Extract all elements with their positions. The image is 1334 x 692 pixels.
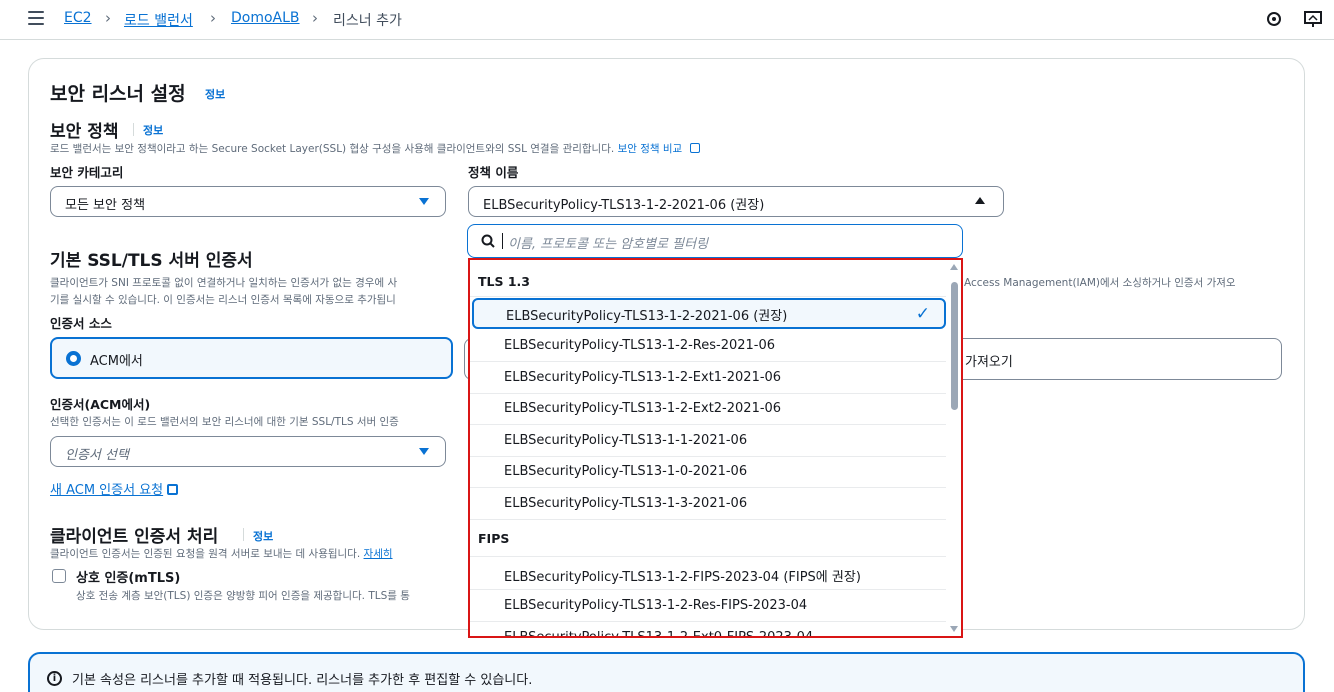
source-import-label: 가져오기 [965,355,1013,370]
acm-cert-select[interactable]: 인증서 선택 [50,436,446,467]
breadcrumb-current: 리스너 추가 [333,13,402,29]
policy-option[interactable]: ELBSecurityPolicy-TLS13-1-2-Res-2021-06 [470,331,946,362]
scroll-down-icon[interactable] [950,626,958,632]
security-category-label: 보안 카테고리 [50,165,124,180]
divider [470,556,946,557]
policy-option[interactable]: ELBSecurityPolicy-TLS13-1-2-Ext1-2021-06 [470,363,946,394]
policy-filter-placeholder: 이름, 프로토콜 또는 암호별로 필터링 [508,237,709,252]
policy-option[interactable]: ELBSecurityPolicy-TLS13-1-1-2021-06 [470,426,946,457]
client-cert-description: 클라이언트 인증서는 인증된 요청을 원격 서버로 보내는 데 사용됩니다. 자… [50,546,393,561]
breadcrumb-load-balancers[interactable]: 로드 밸런서 [124,10,193,30]
policy-option-label: ELBSecurityPolicy-TLS13-1-1-2021-06 [504,433,748,448]
external-link-icon [689,143,700,153]
divider [470,296,946,297]
info-alert: i 기본 속성은 리스너를 추가할 때 적용됩니다. 리스너를 추가한 후 편집… [28,652,1305,692]
policy-dropdown-list[interactable]: TLS 1.3 ELBSecurityPolicy-TLS13-1-2-2021… [468,258,963,638]
breadcrumb-separator-icon: › [105,9,111,27]
mtls-checkbox[interactable] [52,569,66,583]
security-policy-description-text: 로드 밸런서는 보안 정책이라고 하는 Secure Socket Layer(… [50,143,615,155]
policy-name-value: ELBSecurityPolicy-TLS13-1-2-2021-06 (권장) [483,198,765,213]
group-label-fips: FIPS [478,531,510,546]
policy-option[interactable]: ELBSecurityPolicy-TLS13-1-2-Ext2-2021-06 [470,394,946,425]
learn-more-link[interactable]: 자세히 [364,548,393,560]
scroll-up-icon[interactable] [950,264,958,270]
external-link-icon [167,484,179,495]
caret-up-icon [975,197,985,204]
security-policy-description: 로드 밸런서는 보안 정책이라고 하는 Secure Socket Layer(… [50,141,700,156]
radio-selected-icon[interactable] [66,351,81,366]
policy-name-select[interactable]: ELBSecurityPolicy-TLS13-1-2-2021-06 (권장) [468,186,1004,217]
policy-option[interactable]: ELBSecurityPolicy-TLS13-1-3-2021-06 [470,489,946,520]
client-cert-description-text: 클라이언트 인증서는 인증된 요청을 원격 서버로 보내는 데 사용됩니다. [50,548,361,560]
mtls-description: 상호 전송 계층 보안(TLS) 인증은 양방향 피어 인증을 제공합니다. T… [76,590,410,602]
scroll-thumb[interactable] [951,282,958,410]
policy-option[interactable]: ELBSecurityPolicy-TLS13-1-2-Res-FIPS-202… [470,591,946,622]
policy-option-label: ELBSecurityPolicy-TLS13-1-2-Res-2021-06 [504,338,776,353]
caret-down-icon [419,198,429,205]
section-info-link[interactable]: 정보 [205,86,225,102]
policy-name-label: 정책 이름 [468,165,519,180]
default-cert-description-right: Access Management(IAM)에서 소싱하거나 인증서 가져오 [964,277,1236,289]
breadcrumb-domoalb[interactable]: DomoALB [231,10,300,26]
policy-option[interactable]: ELBSecurityPolicy-TLS13-1-2-2021-06 (권장)… [472,298,946,329]
notifications-icon[interactable] [1266,11,1282,27]
security-category-select[interactable]: 모든 보안 정책 [50,186,446,217]
dropdown-scrollbar[interactable] [948,260,961,636]
acm-cert-label: 인증서(ACM에서) [50,397,151,412]
screen-share-icon[interactable] [1304,11,1322,28]
acm-cert-description: 선택한 인증서는 이 로드 밸런서의 보안 리스너에 대한 기본 SSL/TLS… [50,416,399,428]
default-cert-description-line2: 기를 실시할 수 있습니다. 이 인증서는 리스너 인증서 목록에 자동으로 추… [50,294,396,306]
text-cursor [502,233,503,249]
breadcrumb-ec2[interactable]: EC2 [64,10,92,26]
compare-policies-link[interactable]: 보안 정책 비교 [618,143,683,155]
policy-option-label: ELBSecurityPolicy-TLS13-1-2-Ext2-2021-06 [504,401,782,416]
policy-filter-input[interactable]: 이름, 프로토콜 또는 암호별로 필터링 [467,224,963,258]
divider [243,528,244,541]
security-category-value: 모든 보안 정책 [65,198,146,213]
client-cert-title: 클라이언트 인증서 처리 [50,527,219,547]
source-acm-label: ACM에서 [90,354,143,369]
security-policy-title: 보안 정책 [50,122,119,142]
cert-source-label: 인증서 소스 [50,316,112,331]
breadcrumb-separator-icon: › [210,9,216,27]
policy-option[interactable]: ELBSecurityPolicy-TLS13-1-2-FIPS-2023-04… [470,559,946,590]
policy-option-label: ELBSecurityPolicy-TLS13-1-2-Ext1-2021-06 [504,370,782,385]
menu-icon[interactable] [28,11,44,25]
mtls-label: 상호 인증(mTLS) [76,571,181,586]
client-cert-info-link[interactable]: 정보 [253,528,273,544]
policy-option-label: ELBSecurityPolicy-TLS13-1-2-FIPS-2023-04… [504,570,861,585]
policy-option[interactable]: ELBSecurityPolicy-TLS13-1-0-2021-06 [470,457,946,488]
policy-option-label: ELBSecurityPolicy-TLS13-1-2-Res-FIPS-202… [504,598,808,613]
security-policy-info-link[interactable]: 정보 [143,122,163,138]
default-cert-title: 기본 SSL/TLS 서버 인증서 [50,251,253,271]
acm-cert-placeholder: 인증서 선택 [65,448,129,463]
top-bar: EC2 › 로드 밸런서 › DomoALB › 리스너 추가 [0,0,1334,40]
breadcrumb-separator-icon: › [312,9,318,27]
policy-option-label: ELBSecurityPolicy-TLS13-1-2-2021-06 (권장) [506,309,788,324]
policy-option-label: ELBSecurityPolicy-TLS13-1-3-2021-06 [504,496,748,511]
request-acm-cert-link-text: 새 ACM 인증서 요청 [50,483,164,498]
divider [133,123,134,136]
caret-down-icon [419,448,429,455]
section-title: 보안 리스너 설정 [50,83,186,105]
default-cert-description: 클라이언트가 SNI 프로토콜 없이 연결하거나 일치하는 인증서가 없는 경우… [50,277,398,289]
info-icon: i [47,671,62,686]
info-alert-text: 기본 속성은 리스너를 추가할 때 적용됩니다. 리스너를 추가한 후 편집할 … [72,673,533,688]
group-label-tls13: TLS 1.3 [478,274,530,289]
policy-option-label: ELBSecurityPolicy-TLS13-1-2-Ext0-FIPS-20… [504,630,814,638]
request-acm-cert-link[interactable]: 새 ACM 인증서 요청 [50,479,179,498]
checkmark-icon: ✓ [915,304,930,324]
source-acm-tile[interactable]: ACM에서 [50,337,453,379]
search-icon [481,234,495,248]
policy-option-label: ELBSecurityPolicy-TLS13-1-0-2021-06 [504,464,748,479]
policy-option[interactable]: ELBSecurityPolicy-TLS13-1-2-Ext0-FIPS-20… [470,623,946,638]
